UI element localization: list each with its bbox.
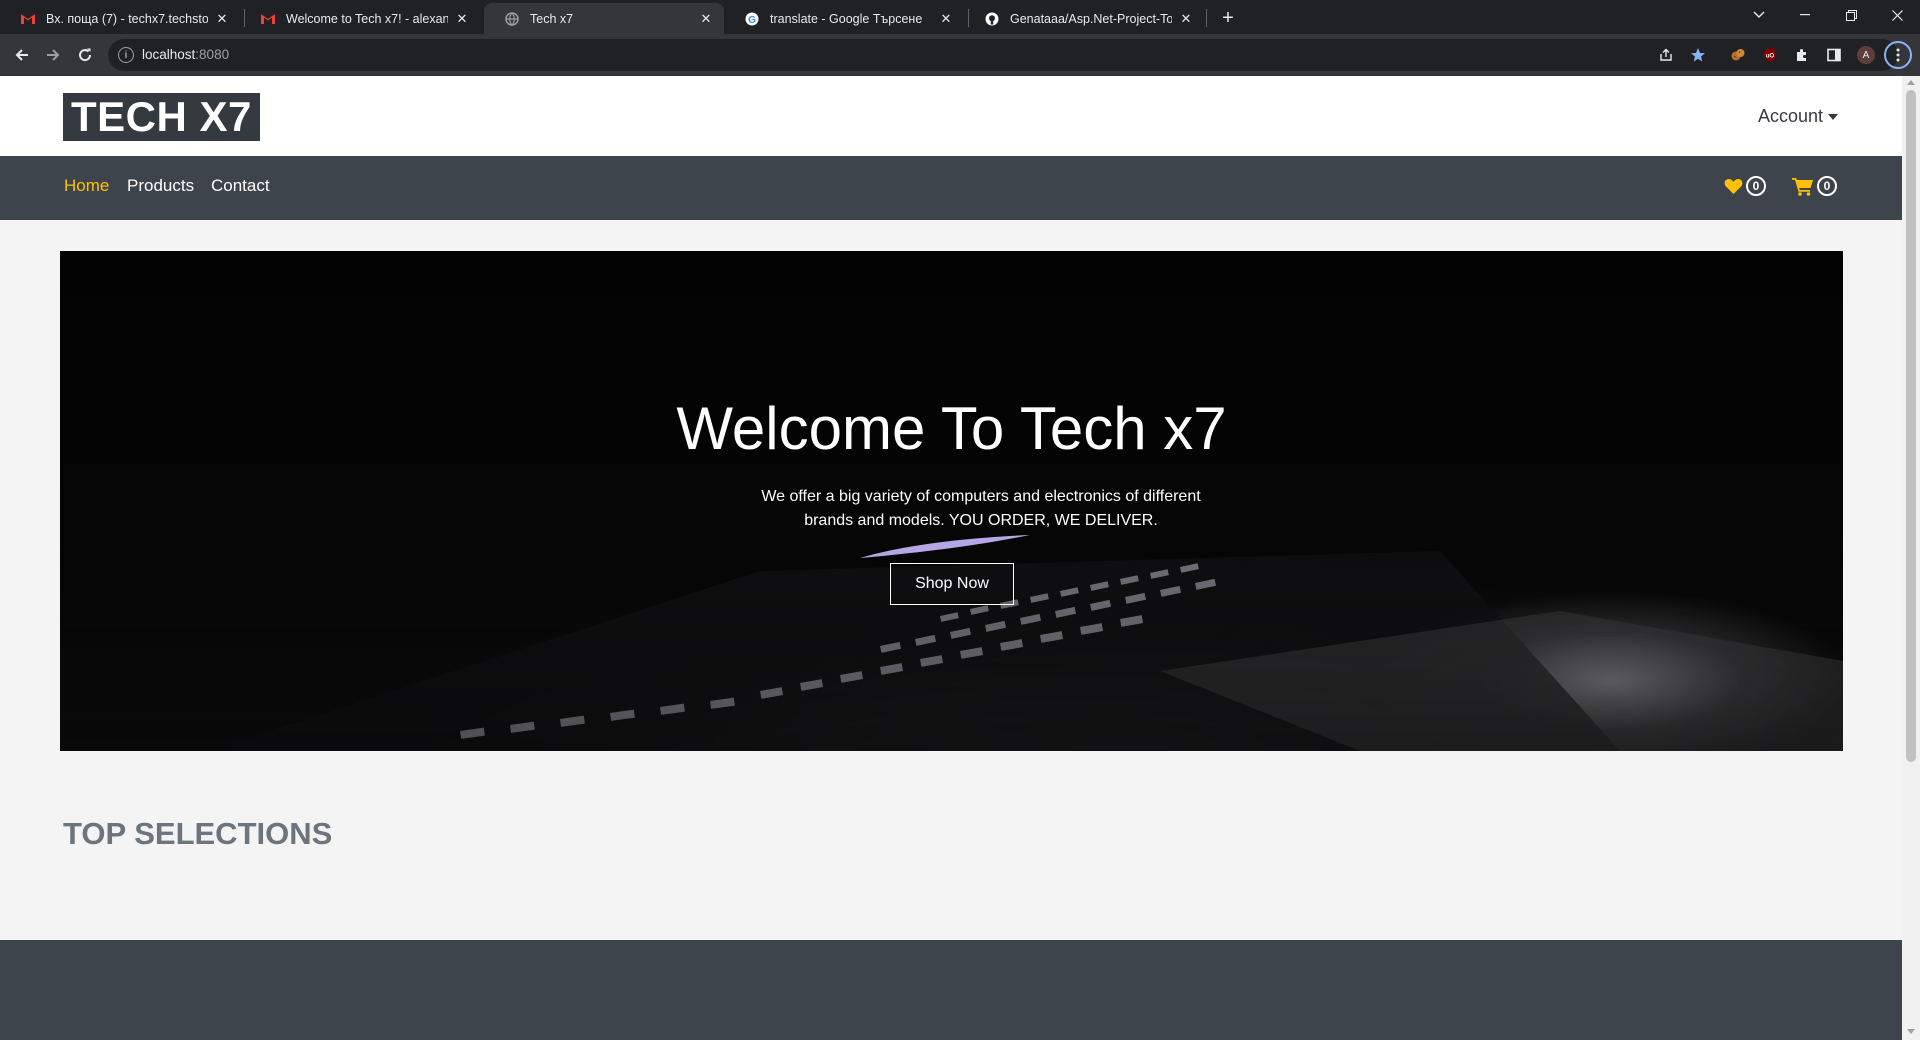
account-dropdown[interactable]: Account	[1758, 106, 1838, 127]
top-selections-heading: TOP SELECTIONS	[63, 816, 333, 851]
extensions-puzzle-icon[interactable]	[1790, 43, 1814, 67]
ublock-origin-icon[interactable]: uO	[1758, 43, 1782, 67]
extension-cookie-icon[interactable]	[1726, 43, 1750, 67]
bookmark-star-icon[interactable]	[1686, 43, 1710, 67]
tab-title: Вх. поща (7) - techx7.techstore@	[46, 11, 208, 26]
nav-home-link[interactable]: Home	[64, 176, 109, 196]
reload-icon[interactable]	[72, 42, 98, 68]
minimize-icon[interactable]	[1782, 0, 1828, 30]
url-text: localhost:8080	[142, 47, 229, 62]
browser-tabstrip: Вх. поща (7) - techx7.techstore@ ✕ Welco…	[0, 0, 1920, 34]
scroll-up-arrow-icon[interactable]	[1907, 80, 1915, 85]
tab-title: Tech x7	[530, 11, 574, 26]
new-tab-button[interactable]: +	[1215, 5, 1241, 31]
url-port: :8080	[195, 47, 230, 62]
gmail-icon	[20, 11, 36, 27]
nav-products-link[interactable]: Products	[127, 176, 194, 196]
page-scrollbar[interactable]	[1902, 76, 1920, 1040]
wishlist-count: 0	[1746, 176, 1766, 196]
site-info-icon[interactable]: i	[118, 47, 134, 63]
browser-tab[interactable]: Welcome to Tech x7! - alexander ✕	[240, 3, 480, 34]
close-icon[interactable]: ✕	[698, 11, 714, 27]
github-icon	[984, 11, 1000, 27]
heart-icon	[1724, 178, 1743, 194]
cart-link[interactable]: 0	[1792, 176, 1837, 196]
browser-tab[interactable]: Вх. поща (7) - techx7.techstore@ ✕	[0, 3, 240, 34]
address-bar[interactable]: i localhost:8080	[108, 39, 1898, 71]
tab-title: Genataaa/Asp.Net-Project-TopC	[1010, 11, 1172, 26]
hero-title: Welcome To Tech x7	[676, 395, 1227, 462]
svg-text:uO: uO	[1766, 54, 1775, 60]
tab-title: Welcome to Tech x7! - alexander	[286, 11, 448, 26]
caret-down-icon	[1828, 113, 1838, 120]
svg-text:G: G	[748, 15, 756, 26]
scrollbar-thumb[interactable]	[1906, 90, 1916, 762]
site-header: TECH X7 Account	[0, 76, 1902, 156]
url-host: localhost	[142, 47, 196, 62]
share-icon[interactable]	[1654, 43, 1678, 67]
close-icon[interactable]: ✕	[454, 11, 470, 27]
back-arrow-icon[interactable]	[9, 42, 35, 68]
web-page: TECH X7 Account Home Products Contact 0 …	[0, 76, 1902, 1040]
shop-now-button[interactable]: Shop Now	[890, 563, 1014, 605]
google-icon: G	[744, 11, 760, 27]
page-footer	[0, 940, 1902, 1040]
browser-tab[interactable]: Genataaa/Asp.Net-Project-TopC ✕	[964, 3, 1204, 34]
scroll-down-arrow-icon[interactable]	[1907, 1029, 1915, 1034]
close-icon[interactable]: ✕	[938, 11, 954, 27]
profile-avatar[interactable]: A	[1854, 43, 1878, 67]
tab-title: translate - Google Търсене	[770, 11, 923, 26]
globe-icon	[504, 11, 520, 27]
window-close-icon[interactable]	[1874, 0, 1920, 30]
chrome-menu-icon[interactable]	[1884, 41, 1912, 69]
browser-tab-active[interactable]: Tech x7 ✕	[484, 3, 724, 34]
shopping-cart-icon	[1792, 177, 1813, 196]
close-icon[interactable]: ✕	[1178, 11, 1194, 27]
side-panel-icon[interactable]	[1822, 43, 1846, 67]
forward-arrow-icon[interactable]	[40, 42, 66, 68]
profile-initial: A	[1862, 49, 1870, 61]
wishlist-link[interactable]: 0	[1724, 176, 1766, 196]
account-label: Account	[1757, 106, 1823, 126]
close-icon[interactable]: ✕	[214, 11, 230, 27]
hero-banner: Welcome To Tech x7 We offer a big variet…	[60, 251, 1843, 751]
cart-count: 0	[1817, 176, 1837, 196]
site-logo[interactable]: TECH X7	[63, 93, 260, 141]
main-navbar: Home Products Contact 0 0	[0, 156, 1902, 220]
nav-contact-link[interactable]: Contact	[211, 176, 270, 196]
browser-toolbar: i localhost:8080 uO A	[0, 34, 1920, 76]
gmail-icon	[260, 11, 276, 27]
browser-tab[interactable]: G translate - Google Търсене ✕	[724, 3, 964, 34]
tab-search-icon[interactable]	[1736, 0, 1782, 30]
hero-description: We offer a big variety of computers and …	[761, 488, 1201, 529]
restore-icon[interactable]	[1828, 0, 1874, 30]
tab-divider	[1206, 9, 1207, 27]
